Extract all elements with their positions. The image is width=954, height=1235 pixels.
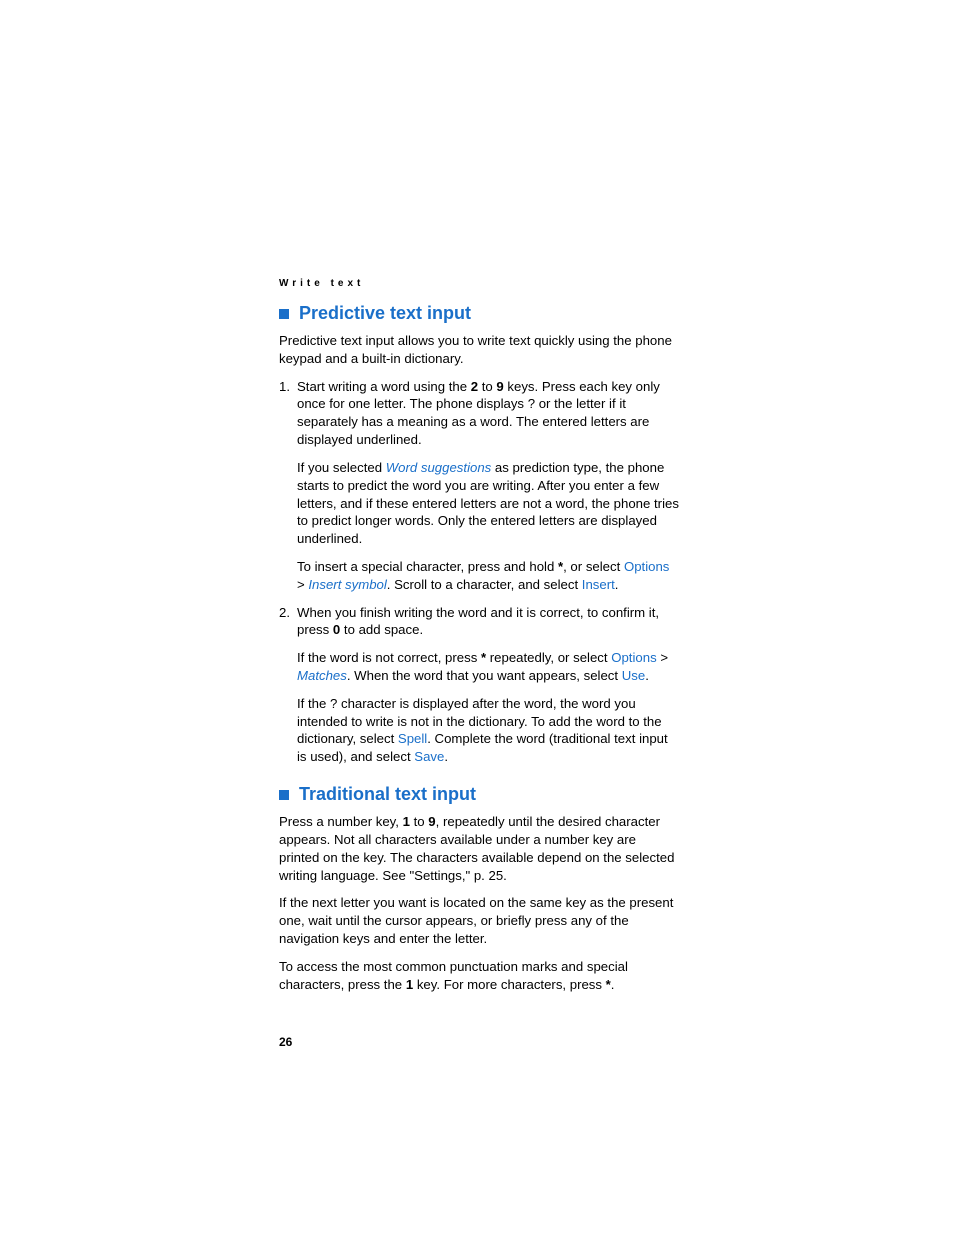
paragraph: If the next letter you want is located o… — [279, 894, 679, 947]
section-heading-predictive: Predictive text input — [279, 303, 679, 324]
heading-text: Traditional text input — [299, 784, 476, 805]
text: . Scroll to a character, and select — [387, 577, 582, 592]
insert-link[interactable]: Insert — [582, 577, 615, 592]
text: . When the word that you want appears, s… — [347, 668, 622, 683]
text: If you selected — [297, 460, 386, 475]
text: . — [611, 977, 615, 992]
ordered-list: Start writing a word using the 2 to 9 ke… — [279, 378, 679, 766]
text: > — [657, 650, 668, 665]
sub-paragraph: If you selected Word suggestions as pred… — [297, 459, 679, 548]
key-9: 9 — [496, 379, 503, 394]
key-1: 1 — [403, 814, 410, 829]
spell-link[interactable]: Spell — [398, 731, 427, 746]
text: Start writing a word using the — [297, 379, 471, 394]
text: . — [615, 577, 619, 592]
key-2: 2 — [471, 379, 478, 394]
options-link[interactable]: Options — [611, 650, 656, 665]
text: If the word is not correct, press — [297, 650, 481, 665]
use-link[interactable]: Use — [622, 668, 645, 683]
word-suggestions-link[interactable]: Word suggestions — [386, 460, 492, 475]
text: key. For more characters, press — [413, 977, 606, 992]
page-number: 26 — [279, 1035, 292, 1049]
sub-paragraph: If the ? character is displayed after th… — [297, 695, 679, 766]
square-bullet-icon — [279, 309, 289, 319]
text: to — [410, 814, 428, 829]
text: to add space. — [340, 622, 423, 637]
sub-paragraph: To insert a special character, press and… — [297, 558, 679, 594]
section-heading-traditional: Traditional text input — [279, 784, 679, 805]
paragraph: To access the most common punctuation ma… — [279, 958, 679, 994]
paragraph: Press a number key, 1 to 9, repeatedly u… — [279, 813, 679, 884]
text: to — [478, 379, 496, 394]
section-traditional: Traditional text input Press a number ke… — [279, 784, 679, 993]
insert-symbol-link[interactable]: Insert symbol — [308, 577, 386, 592]
text: To insert a special character, press and… — [297, 559, 558, 574]
intro-paragraph: Predictive text input allows you to writ… — [279, 332, 679, 368]
list-item: Start writing a word using the 2 to 9 ke… — [279, 378, 679, 594]
matches-link[interactable]: Matches — [297, 668, 347, 683]
options-link[interactable]: Options — [624, 559, 669, 574]
page-header: Write text — [279, 278, 679, 289]
heading-text: Predictive text input — [299, 303, 471, 324]
text: repeatedly, or select — [486, 650, 611, 665]
square-bullet-icon — [279, 790, 289, 800]
text: Press a number key, — [279, 814, 403, 829]
text: > — [297, 577, 308, 592]
text: . — [645, 668, 649, 683]
text: . — [444, 749, 448, 764]
document-page: Write text Predictive text input Predict… — [279, 278, 679, 1003]
text: , or select — [563, 559, 624, 574]
list-item: When you finish writing the word and it … — [279, 604, 679, 767]
save-link[interactable]: Save — [414, 749, 444, 764]
key-9: 9 — [428, 814, 435, 829]
sub-paragraph: If the word is not correct, press * repe… — [297, 649, 679, 685]
